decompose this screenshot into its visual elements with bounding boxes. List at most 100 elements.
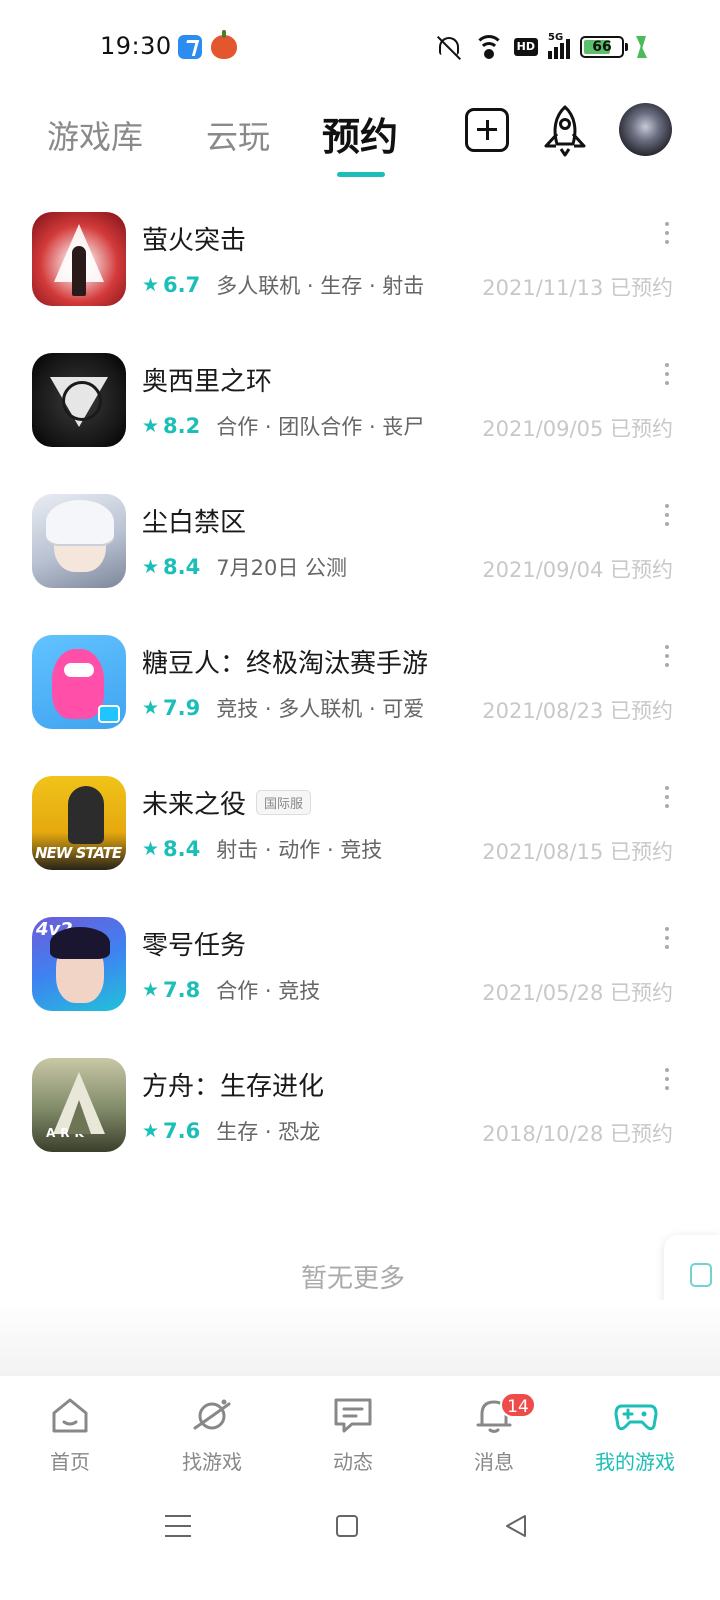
planet-icon <box>193 1399 231 1430</box>
more-options-icon[interactable] <box>664 927 670 949</box>
list-item[interactable]: 糖豆人：终极淘汰赛手游 ★ 7.9 竞技 · 多人联机 · 可爱 2021/08… <box>0 629 720 770</box>
back-icon[interactable] <box>505 1514 527 1538</box>
download-icon <box>690 1263 712 1287</box>
star-icon: ★ <box>142 556 160 578</box>
star-icon: ★ <box>142 697 160 719</box>
more-options-icon[interactable] <box>664 504 670 526</box>
list-item[interactable]: 奥西里之环 ★ 8.2 合作 · 团队合作 · 丧尸 2021/09/05 已预… <box>0 347 720 488</box>
game-tags: 竞技 · 多人联机 · 可爱 <box>216 697 425 721</box>
tab-cloud-play[interactable]: 云玩 <box>206 112 270 158</box>
status-bar: 19:30 HD 5G 66 <box>0 0 720 96</box>
icon-logo-text: ARK <box>46 1126 89 1140</box>
game-rating: 8.2 <box>163 414 201 438</box>
list-item[interactable]: NEW STATE 未来之役 国际服 ★ 8.4 射击 · 动作 · 竞技 20… <box>0 770 720 911</box>
battery-level: 66 <box>592 39 612 55</box>
nav-feed[interactable]: 动态 <box>293 1376 413 1488</box>
tab-game-library[interactable]: 游戏库 <box>47 112 143 158</box>
system-nav-bar <box>0 1488 720 1600</box>
nav-find-games[interactable]: 找游戏 <box>152 1376 272 1488</box>
star-icon: ★ <box>142 274 160 296</box>
list-item[interactable]: 尘白禁区 ★ 8.4 7月20日 公测 2021/09/04 已预约 <box>0 488 720 629</box>
home-icon <box>52 1398 88 1433</box>
mute-icon <box>434 34 464 61</box>
nav-label: 消息 <box>474 1450 514 1474</box>
game-tags: 生存 · 恐龙 <box>216 1120 321 1144</box>
gamepad-icon <box>614 1404 658 1431</box>
reserve-date: 2021/11/13 已预约 <box>482 276 673 300</box>
network-type: 5G <box>548 32 564 43</box>
charging-icon <box>634 36 647 58</box>
game-rating: 8.4 <box>163 555 201 579</box>
reserve-date: 2021/05/28 已预约 <box>482 981 673 1005</box>
nav-messages[interactable]: 14 消息 <box>434 1376 554 1488</box>
star-icon: ★ <box>142 979 160 1001</box>
more-options-icon[interactable] <box>664 222 670 244</box>
game-rating: 7.9 <box>163 696 201 720</box>
game-name: 方舟：生存进化 <box>142 1072 325 1102</box>
game-tags: 多人联机 · 生存 · 射击 <box>216 274 425 298</box>
game-tags: 7月20日 公测 <box>216 556 348 580</box>
nav-label: 找游戏 <box>182 1450 242 1474</box>
bottom-nav: 首页 找游戏 动态 14 消息 我的游戏 <box>0 1376 720 1488</box>
reserve-date: 2018/10/28 已预约 <box>482 1122 673 1146</box>
game-icon[interactable]: ARK <box>32 1058 126 1152</box>
list-item[interactable]: 4v2 零号任务 ★ 7.8 合作 · 竞技 2021/05/28 已预约 <box>0 911 720 1052</box>
app-notification-icon <box>178 35 202 59</box>
user-avatar[interactable] <box>619 103 672 156</box>
reserve-date: 2021/09/04 已预约 <box>482 558 673 582</box>
nav-my-games[interactable]: 我的游戏 <box>575 1376 695 1488</box>
icon-logo-text: NEW STATE <box>35 844 122 862</box>
reserve-date: 2021/08/23 已预约 <box>482 699 673 723</box>
game-name: 萤火突击 <box>142 226 247 256</box>
more-options-icon[interactable] <box>664 786 670 808</box>
nav-home[interactable]: 首页 <box>10 1376 130 1488</box>
more-options-icon[interactable] <box>664 363 670 385</box>
reserved-games-list: 萤火突击 ★ 6.7 多人联机 · 生存 · 射击 2021/11/13 已预约… <box>0 206 720 1193</box>
tv-icon <box>98 705 120 723</box>
nav-label: 我的游戏 <box>595 1450 675 1474</box>
game-rating: 7.6 <box>163 1119 201 1143</box>
more-options-icon[interactable] <box>664 645 670 667</box>
game-rating: 6.7 <box>163 273 201 297</box>
game-name: 糖豆人：终极淘汰赛手游 <box>142 649 429 679</box>
home-square-icon[interactable] <box>336 1515 358 1537</box>
game-rating: 8.4 <box>163 837 201 861</box>
wifi-icon <box>473 35 504 59</box>
list-item[interactable]: 萤火突击 ★ 6.7 多人联机 · 生存 · 射击 2021/11/13 已预约 <box>0 206 720 347</box>
star-icon: ★ <box>142 415 160 437</box>
signal-icon: 5G <box>548 32 570 59</box>
game-name: 未来之役 <box>142 790 247 820</box>
icon-logo-text: 4v2 <box>36 919 73 940</box>
tab-reservations[interactable]: 预约 <box>322 106 398 161</box>
game-tags: 合作 · 团队合作 · 丧尸 <box>216 415 425 439</box>
game-icon[interactable] <box>32 494 126 588</box>
nav-label: 动态 <box>333 1450 373 1474</box>
hd-icon: HD <box>513 38 538 56</box>
game-tags: 射击 · 动作 · 竞技 <box>216 838 383 862</box>
list-fade <box>0 1300 720 1376</box>
add-game-button[interactable] <box>465 108 509 152</box>
game-icon[interactable]: NEW STATE <box>32 776 126 870</box>
game-tags: 合作 · 竞技 <box>216 979 321 1003</box>
game-icon[interactable] <box>32 353 126 447</box>
game-name: 尘白禁区 <box>142 508 247 538</box>
reserve-date: 2021/09/05 已预约 <box>482 417 673 441</box>
more-options-icon[interactable] <box>664 1068 670 1090</box>
rocket-icon[interactable] <box>540 104 590 158</box>
game-icon[interactable]: 4v2 <box>32 917 126 1011</box>
game-icon[interactable] <box>32 212 126 306</box>
star-icon: ★ <box>142 1120 160 1142</box>
star-icon: ★ <box>142 838 160 860</box>
menu-icon[interactable] <box>165 1515 191 1537</box>
nav-label: 首页 <box>50 1450 90 1474</box>
unread-count-badge: 14 <box>500 1392 536 1418</box>
game-name: 奥西里之环 <box>142 367 273 397</box>
chat-icon <box>334 1398 372 1433</box>
pumpkin-notification-icon <box>211 30 237 59</box>
top-tab-bar: 游戏库 云玩 预约 <box>0 96 720 186</box>
server-badge: 国际服 <box>256 790 312 815</box>
list-item[interactable]: ARK 方舟：生存进化 ★ 7.6 生存 · 恐龙 2018/10/28 已预约 <box>0 1052 720 1193</box>
active-tab-indicator <box>337 172 385 177</box>
game-rating: 7.8 <box>163 978 201 1002</box>
game-icon[interactable] <box>32 635 126 729</box>
